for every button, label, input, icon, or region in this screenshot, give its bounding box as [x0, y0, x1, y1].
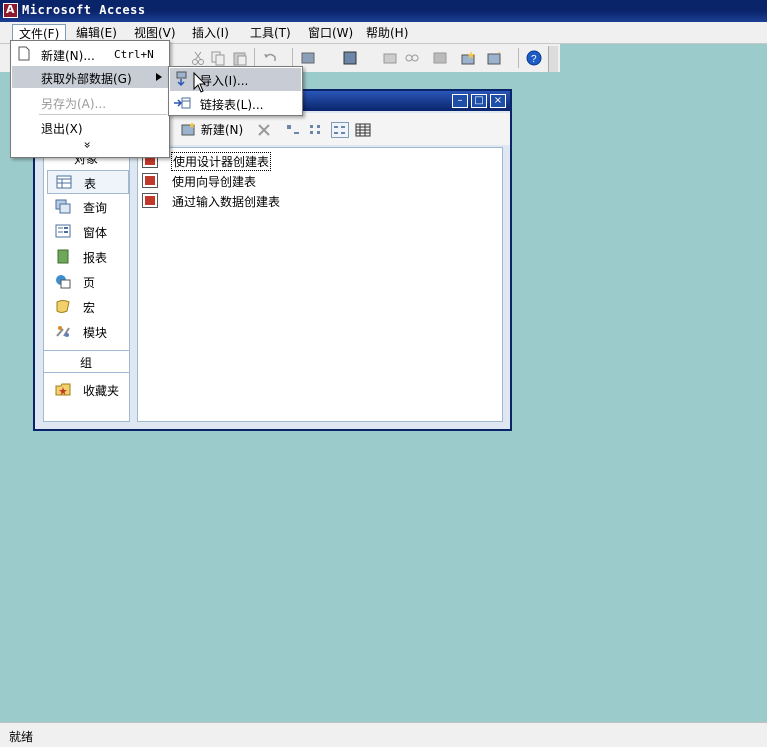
menu-item-shortcut: Ctrl+N [114, 48, 154, 61]
status-text: 就绪 [9, 730, 34, 744]
menu-item-exit[interactable]: 退出(X) [12, 116, 168, 138]
favorites-folder-icon [55, 383, 71, 396]
menu-window[interactable]: 窗口(W) [302, 24, 359, 42]
file-menu: 新建(N)... Ctrl+N 获取外部数据(G) 另存为(A)... 退出(X… [10, 40, 170, 158]
object-tables[interactable]: 表 [47, 170, 129, 194]
report-icon [57, 249, 69, 264]
import-icon [176, 71, 187, 87]
object-modules[interactable]: 模块 [47, 320, 129, 344]
object-pages[interactable]: 页 [47, 270, 129, 294]
menu-item-label: 导入(I)... [200, 74, 249, 88]
object-label: 模块 [83, 326, 108, 340]
object-reports[interactable]: 报表 [47, 245, 129, 269]
object-label: 报表 [83, 251, 108, 265]
properties-icon[interactable] [382, 50, 398, 66]
list-view-icon[interactable] [331, 122, 349, 138]
new-doc-icon [18, 46, 30, 61]
list-item-label: 使用设计器创建表 [170, 152, 272, 171]
window-title: Microsoft Access [22, 3, 146, 17]
new-button[interactable]: 新建(N) [181, 121, 243, 139]
object-label: 收藏夹 [83, 384, 120, 398]
minimize-icon[interactable]: – [452, 94, 468, 108]
expand-chevron-icon: » [80, 141, 95, 149]
cut-icon[interactable] [190, 50, 206, 66]
menu-tools[interactable]: 工具(T) [244, 24, 297, 42]
analyze-icon[interactable] [342, 50, 358, 66]
script-icon[interactable] [432, 50, 448, 66]
menu-item-label: 退出(X) [41, 122, 83, 136]
object-label: 页 [83, 276, 96, 290]
new-object-icon[interactable] [460, 50, 476, 66]
object-label: 宏 [83, 301, 96, 315]
external-data-submenu: 导入(I)... 链接表(L)... [168, 66, 303, 116]
details-view-icon[interactable] [355, 123, 371, 137]
page-icon [56, 275, 71, 289]
objects-list: 使用设计器创建表 使用向导创建表 通过输入数据创建表 [137, 147, 503, 422]
help-icon[interactable]: ? [526, 50, 542, 66]
paste-icon[interactable] [232, 50, 248, 66]
object-label: 查询 [83, 201, 108, 215]
submenu-arrow-icon [156, 73, 162, 81]
small-icons-view-icon[interactable] [309, 123, 325, 137]
link-table-icon [174, 97, 191, 109]
menu-item-new[interactable]: 新建(N)... Ctrl+N [12, 43, 168, 65]
status-bar: 就绪 [0, 722, 767, 747]
menu-insert[interactable]: 插入(I) [186, 24, 235, 42]
menu-item-get-external-data[interactable]: 获取外部数据(G) [12, 66, 168, 88]
menu-expand[interactable]: » [12, 137, 168, 155]
object-favorites[interactable]: 收藏夹 [47, 378, 129, 402]
menu-item-label: 另存为(A)... [41, 97, 107, 111]
menu-item-label: 获取外部数据(G) [41, 72, 132, 86]
title-bar: Microsoft Access [0, 0, 767, 22]
groups-header[interactable]: 组 [80, 354, 92, 371]
toolbar-options-icon[interactable] [548, 46, 558, 72]
create-table-wizard-icon [142, 173, 158, 188]
svg-text:?: ? [531, 54, 537, 65]
query-icon [55, 199, 71, 214]
copy-icon[interactable] [210, 50, 226, 66]
object-forms[interactable]: 窗体 [47, 220, 129, 244]
object-macros[interactable]: 宏 [47, 295, 129, 319]
list-item-label: 使用向导创建表 [172, 175, 257, 189]
table-icon [56, 175, 72, 189]
module-icon [56, 326, 70, 337]
new-button-label: 新建(N) [200, 123, 244, 137]
delete-icon[interactable] [257, 123, 271, 137]
menu-help[interactable]: 帮助(H) [360, 24, 414, 42]
office-links-icon[interactable] [300, 50, 316, 66]
menu-item-label: 新建(N)... [41, 49, 95, 63]
close-icon[interactable]: × [490, 94, 506, 108]
macro-icon [56, 300, 70, 313]
form-icon [55, 224, 71, 238]
menu-item-save-as[interactable]: 另存为(A)... [12, 91, 168, 113]
menu-item-link-table[interactable]: 链接表(L)... [170, 92, 301, 115]
large-icons-view-icon[interactable] [285, 123, 301, 137]
relationships-icon[interactable] [404, 50, 420, 66]
cursor-icon [193, 72, 207, 93]
undo-icon[interactable] [262, 50, 278, 66]
access-app-icon[interactable] [3, 3, 18, 18]
objects-pane: 对象 表 查询 窗体 报表 页 宏 模块 组 收藏夹 [43, 147, 130, 422]
list-item-label: 通过输入数据创建表 [172, 195, 281, 209]
object-queries[interactable]: 查询 [47, 195, 129, 219]
object-label: 窗体 [83, 226, 108, 240]
object-label: 表 [84, 177, 97, 191]
create-table-data-icon [142, 193, 158, 208]
new-icon [181, 122, 195, 136]
menu-item-import[interactable]: 导入(I)... [170, 68, 301, 91]
maximize-icon[interactable]: □ [471, 94, 487, 108]
menu-item-label: 链接表(L)... [200, 98, 264, 112]
new-object-dropdown-icon[interactable] [486, 50, 502, 66]
